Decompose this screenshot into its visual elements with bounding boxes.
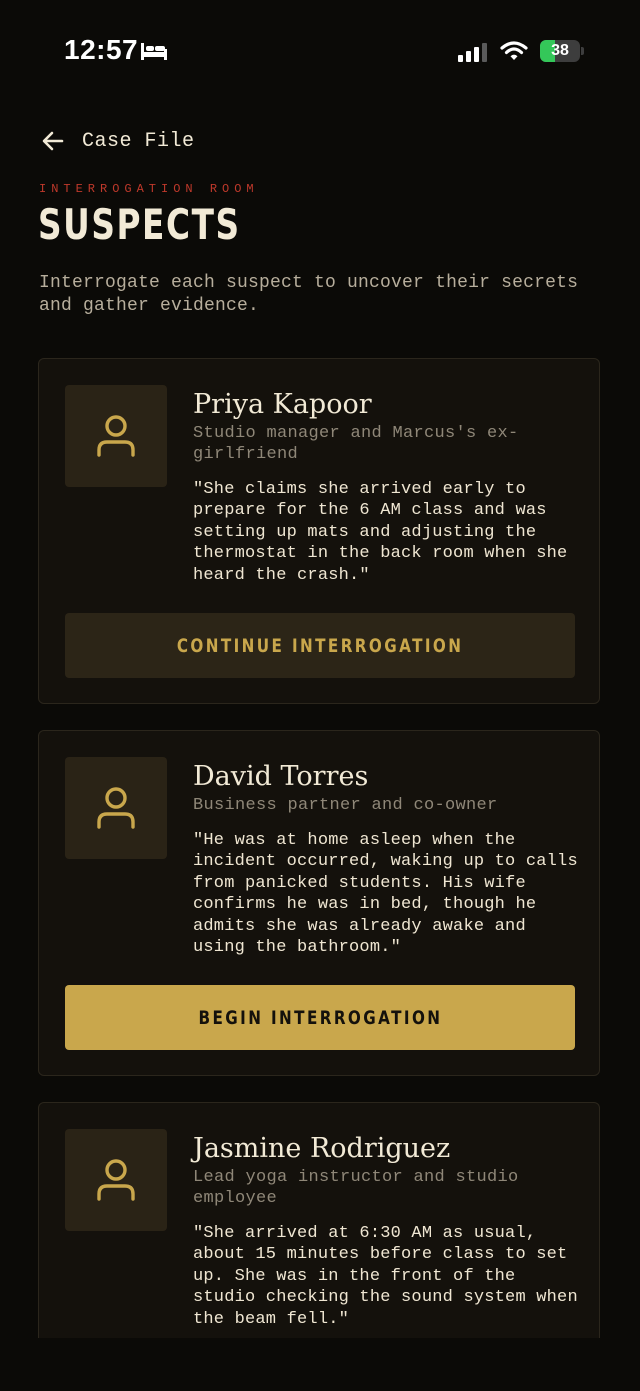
suspect-role: Lead yoga instructor and studio employee [193,1168,519,1208]
suspect-avatar [65,757,167,859]
battery-level: 38 [551,42,569,59]
back-label: Case File [82,129,195,153]
suspect-card: Priya Kapoor Studio manager and Marcus's… [38,358,600,704]
suspect-statement: "She arrived at 6:30 AM as usual, about … [193,1224,578,1329]
suspect-role: Business partner and co-owner [193,796,498,815]
status-time: 12:57 [64,34,139,65]
suspect-name: Jasmine Rodriguez [193,1133,451,1164]
page-title: SUSPECTS [38,200,241,249]
button-label: CONTINUE INTERROGATION [176,634,464,657]
battery-icon: 38 [540,40,584,62]
arrow-left-icon [42,131,64,151]
suspect-statement: "She claims she arrived early to prepare… [193,480,568,585]
bed-icon [141,43,167,60]
suspect-card: Jasmine Rodriguez Lead yoga instructor a… [38,1102,600,1338]
suspect-card: David Torres Business partner and co-own… [38,730,600,1076]
suspect-role: Studio manager and Marcus's ex-girlfrien… [193,424,519,464]
suspect-avatar [65,385,167,487]
cellular-signal-icon [458,43,487,62]
wifi-icon [500,41,528,60]
section-eyebrow: INTERROGATION ROOM [39,182,259,196]
suspect-avatar [65,1129,167,1231]
begin-interrogation-button[interactable]: BEGIN INTERROGATION [65,985,575,1050]
suspect-name: David Torres [193,761,369,792]
back-button[interactable]: Case File [40,124,195,158]
user-icon [97,787,135,829]
suspect-statement: "He was at home asleep when the incident… [193,831,578,958]
status-bar: 12:57 38 [0,0,640,100]
user-icon [97,415,135,457]
suspect-name: Priya Kapoor [193,389,372,420]
intro-text: Interrogate each suspect to uncover thei… [39,273,579,316]
button-label: BEGIN INTERROGATION [198,1006,442,1029]
user-icon [97,1159,135,1201]
continue-interrogation-button[interactable]: CONTINUE INTERROGATION [65,613,575,678]
